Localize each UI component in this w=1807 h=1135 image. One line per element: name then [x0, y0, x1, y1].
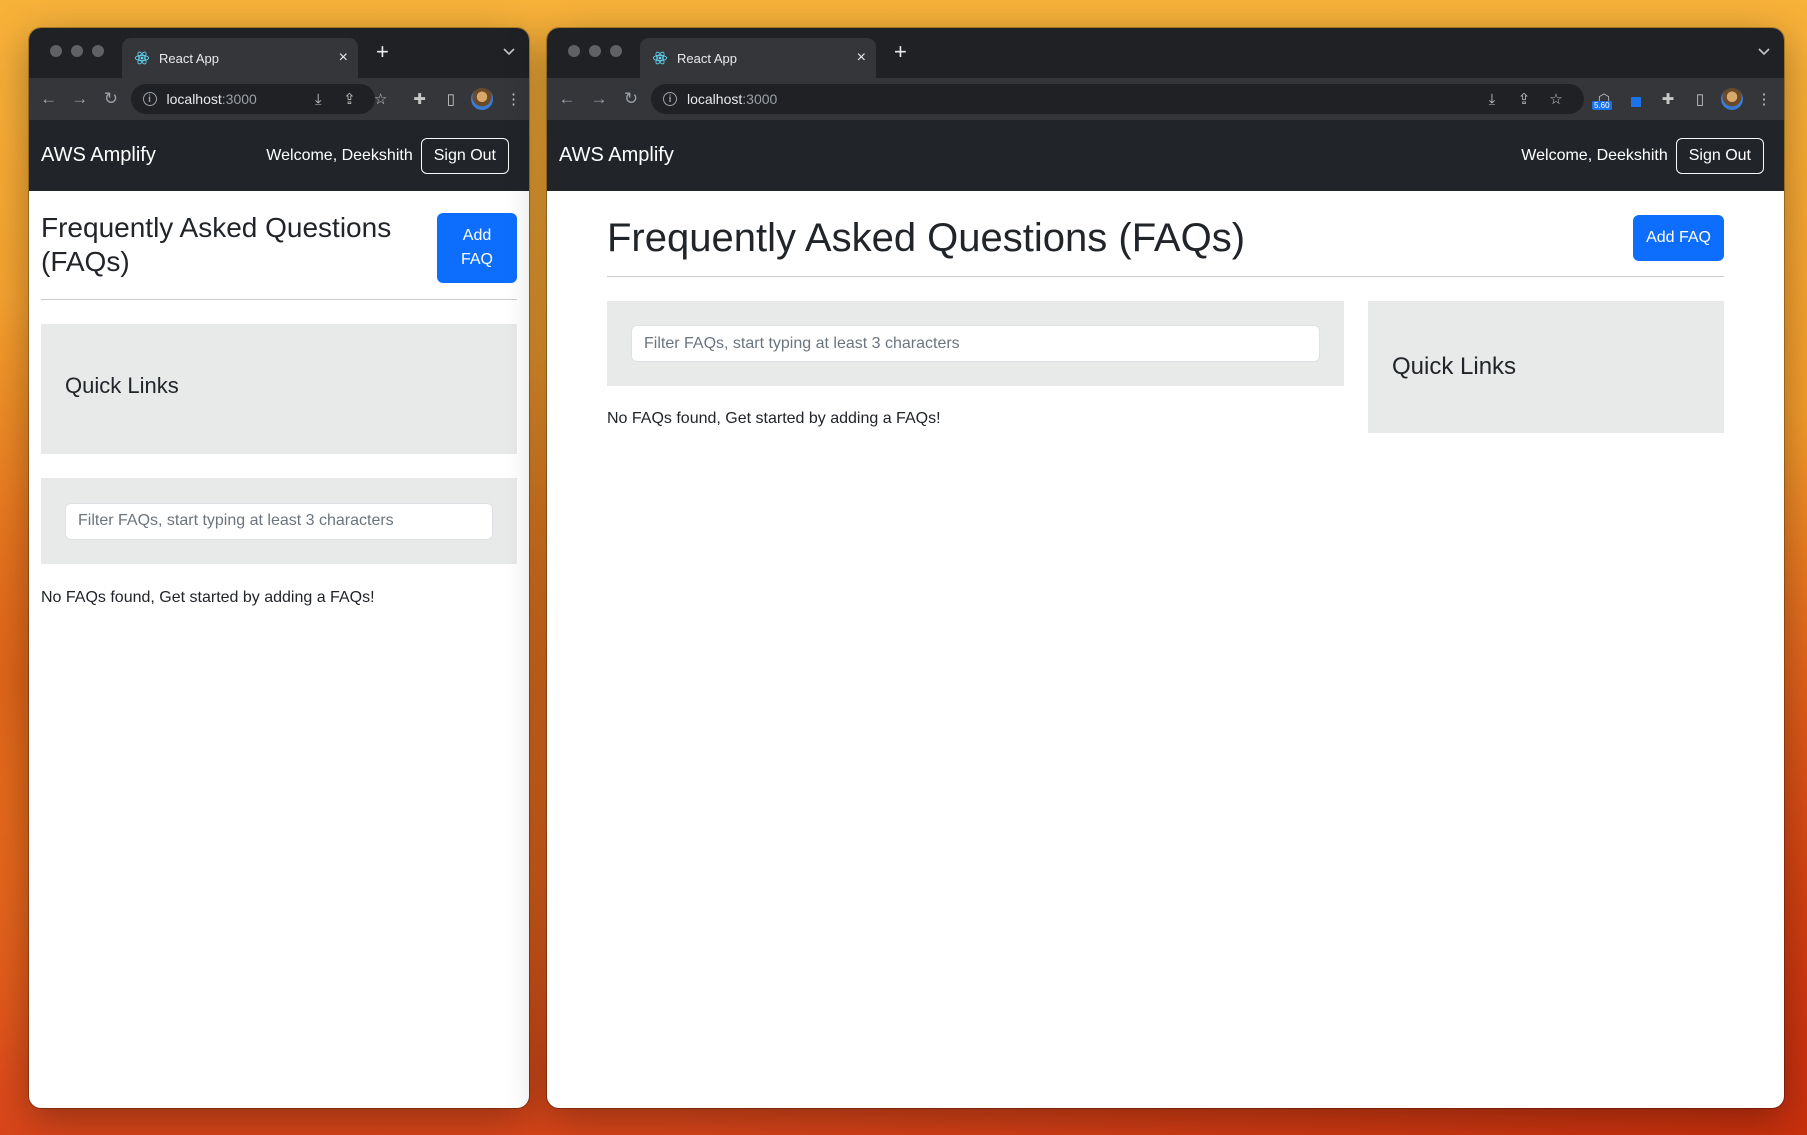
kebab-menu-icon[interactable]: ⋮	[1748, 90, 1780, 108]
page-header: Frequently Asked Questions (FAQs) Add FA…	[41, 212, 517, 283]
header-divider	[607, 276, 1724, 277]
page-content: Frequently Asked Questions (FAQs) Add FA…	[547, 215, 1784, 433]
url-port: :3000	[742, 91, 778, 107]
window-controls	[50, 45, 104, 57]
url-host: localhost	[687, 91, 743, 107]
zoom-window-button[interactable]	[610, 45, 622, 57]
page-title: Frequently Asked Questions (FAQs)	[607, 215, 1246, 260]
install-icon[interactable]: ⤓	[303, 91, 334, 108]
browser-toolbar: ← → ↻ i localhost:3000 ⤓ ⇪ ☆ ✚ ▯ ⋮	[29, 78, 529, 120]
side-panel-icon[interactable]: ▯	[435, 90, 466, 108]
address-bar[interactable]: i localhost:3000 ⤓ ⇪ ☆	[651, 84, 1584, 114]
browser-window-narrow: React App × + ← → ↻ i localhost:3000 ⤓ ⇪…	[29, 28, 529, 1108]
brand-link[interactable]: AWS Amplify	[559, 144, 674, 167]
react-icon	[134, 51, 150, 65]
tab-strip: React App × +	[29, 28, 529, 78]
add-faq-button[interactable]: Add FAQ	[437, 213, 517, 283]
quick-links-panel: Quick Links	[1368, 301, 1724, 433]
url-port: :3000	[221, 91, 257, 107]
star-icon[interactable]: ☆	[1540, 90, 1572, 108]
brand-link[interactable]: AWS Amplify	[41, 144, 156, 167]
browser-window-wide: React App × + ← → ↻ i localhost:3000 ⤓ ⇪…	[547, 28, 1784, 1108]
header-divider	[41, 299, 517, 300]
browser-toolbar: ← → ↻ i localhost:3000 ⤓ ⇪ ☆ ⬡ 5.60 ✚ ▯ ⋮	[547, 78, 1784, 120]
tab-strip: React App × +	[547, 28, 1784, 78]
url-host: localhost	[166, 91, 222, 107]
install-icon[interactable]: ⤓	[1476, 91, 1508, 108]
forward-arrow-icon[interactable]: →	[64, 89, 95, 109]
quick-links-heading: Quick Links	[1392, 353, 1517, 380]
share-icon[interactable]: ⇪	[1508, 90, 1540, 108]
extension-icon[interactable]	[1620, 91, 1652, 107]
empty-faqs-message: No FAQs found, Get started by adding a F…	[607, 410, 941, 427]
page-content: Frequently Asked Questions (FAQs) Add FA…	[29, 212, 529, 607]
kebab-menu-icon[interactable]: ⋮	[498, 90, 529, 108]
puzzle-icon[interactable]: ✚	[404, 90, 435, 108]
back-arrow-icon[interactable]: ←	[33, 89, 64, 109]
extension-badge-count: 5.60	[1592, 100, 1612, 110]
forward-arrow-icon[interactable]: →	[583, 89, 615, 109]
tab-title: React App	[159, 50, 219, 66]
minimize-window-button[interactable]	[589, 45, 601, 57]
new-tab-button[interactable]: +	[894, 41, 907, 63]
site-info-icon[interactable]: i	[142, 92, 157, 106]
page-header: Frequently Asked Questions (FAQs) Add FA…	[607, 215, 1724, 261]
avatar[interactable]	[1721, 88, 1743, 110]
quick-links-heading: Quick Links	[65, 373, 179, 398]
zoom-window-button[interactable]	[92, 45, 104, 57]
minimize-window-button[interactable]	[71, 45, 83, 57]
extension-badge-icon[interactable]: ⬡ 5.60	[1588, 91, 1620, 110]
faq-column: No FAQs found, Get started by adding a F…	[607, 301, 1344, 433]
filter-panel	[607, 301, 1344, 386]
close-window-button[interactable]	[568, 45, 580, 57]
tab-search-icon[interactable]	[503, 45, 515, 59]
content-row: No FAQs found, Get started by adding a F…	[607, 301, 1724, 433]
avatar[interactable]	[471, 88, 493, 110]
tab-title: React App	[677, 50, 737, 66]
share-icon[interactable]: ⇪	[334, 90, 365, 108]
browser-tab[interactable]: React App ×	[122, 38, 358, 78]
back-arrow-icon[interactable]: ←	[551, 89, 583, 109]
sign-out-button[interactable]: Sign Out	[1675, 137, 1764, 174]
react-icon	[652, 51, 668, 65]
close-window-button[interactable]	[50, 45, 62, 57]
close-tab-icon[interactable]: ×	[339, 49, 348, 67]
tab-search-icon[interactable]	[1758, 45, 1770, 59]
close-tab-icon[interactable]: ×	[857, 49, 866, 67]
filter-panel	[41, 478, 517, 564]
page-title: Frequently Asked Questions (FAQs)	[41, 212, 392, 277]
welcome-text: Welcome, Deekshith	[1521, 146, 1668, 164]
browser-tab[interactable]: React App ×	[640, 38, 876, 78]
window-controls	[568, 45, 622, 57]
quick-links-panel: Quick Links	[41, 324, 517, 454]
empty-faqs-message: No FAQs found, Get started by adding a F…	[41, 589, 375, 606]
puzzle-icon[interactable]: ✚	[1652, 90, 1684, 108]
new-tab-button[interactable]: +	[376, 41, 389, 63]
reload-icon[interactable]: ↻	[615, 89, 647, 109]
reload-icon[interactable]: ↻	[95, 89, 126, 109]
filter-faqs-input[interactable]	[631, 325, 1320, 362]
filter-faqs-input[interactable]	[65, 502, 493, 540]
side-panel-icon[interactable]: ▯	[1684, 90, 1716, 108]
add-faq-button[interactable]: Add FAQ	[1633, 215, 1724, 261]
site-info-icon[interactable]: i	[663, 92, 677, 106]
welcome-text: Welcome, Deekshith	[266, 146, 413, 164]
app-navbar: AWS Amplify Welcome, Deekshith Sign Out	[547, 120, 1784, 191]
app-navbar: AWS Amplify Welcome, Deekshith Sign Out	[29, 120, 529, 191]
sign-out-button[interactable]: Sign Out	[420, 137, 509, 174]
star-icon[interactable]: ☆	[365, 90, 396, 108]
